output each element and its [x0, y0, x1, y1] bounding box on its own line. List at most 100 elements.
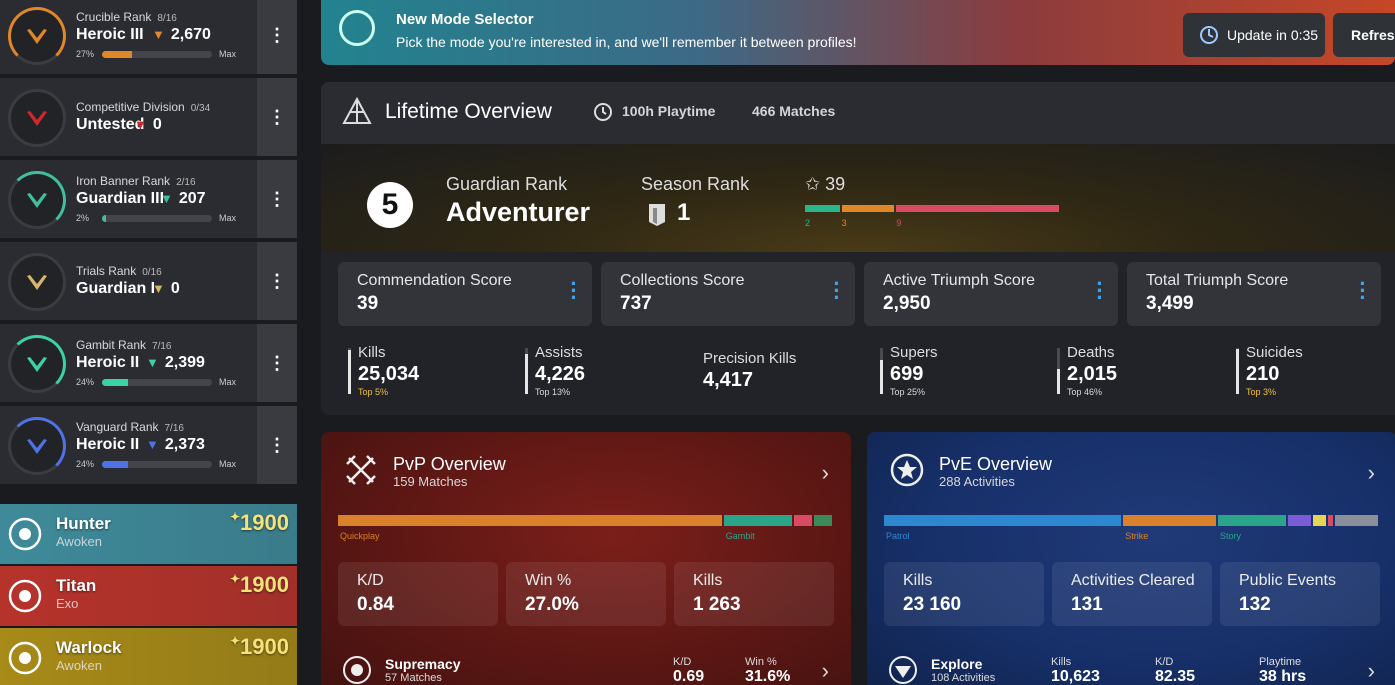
rank-item[interactable]: Trials Rank 0/16 Guardian I ▼ 0 ⋮: [0, 242, 297, 322]
card-value: 132: [1239, 594, 1271, 615]
rank-points: ▼ 2,373: [146, 436, 205, 454]
rank-name-label: Trials Rank: [76, 264, 137, 278]
pvp-stat-card: Kills 1 263: [674, 562, 834, 626]
pvp-segment-label: Quickplay: [340, 531, 380, 541]
rank-count: 7/16: [152, 341, 172, 352]
rank-item[interactable]: Iron Banner Rank 2/16 Guardian III ▼ 207 2% Ma…: [0, 160, 297, 240]
pve-segment-label: Story: [1219, 531, 1241, 541]
stat-top-percent: Top 46%: [1067, 387, 1103, 397]
lifetime-overview-panel: Lifetime Overview 100h Playtime 466 Matc…: [321, 82, 1395, 415]
rank-name-label: Crucible Rank: [76, 10, 152, 24]
score-card[interactable]: Total Triumph Score 3,499 · · ·: [1127, 262, 1381, 326]
star-icon: ✩: [805, 174, 821, 194]
pvp-sub-kd-label: K/D: [673, 656, 692, 668]
stat-label: Deaths: [1067, 344, 1115, 361]
score-card[interactable]: Commendation Score 39 · · ·: [338, 262, 592, 326]
rank-points-value: 0: [170, 280, 180, 297]
stat-bar-fill: [525, 353, 528, 394]
stars-counter: ✩ 39: [805, 174, 845, 195]
score-value: 39: [357, 293, 379, 314]
banner-title: New Mode Selector: [396, 11, 534, 28]
rank-item[interactable]: Competitive Division 0/34 Untested ▼ 0 ⋮: [0, 78, 297, 158]
guardian-rank-value: Adventurer: [446, 197, 591, 227]
character-light: ✦1900: [230, 510, 289, 536]
rank-points: ▼ 0: [152, 280, 180, 298]
pve-sub-kills-label: Kills: [1051, 656, 1072, 668]
card-value: 27.0%: [525, 594, 579, 615]
rank-item[interactable]: Crucible Rank 8/16 Heroic III ▼ 2,670 27% Max ⋮: [0, 0, 297, 76]
rank-chevron-icon: [27, 357, 47, 372]
kebab-icon: ⋮: [268, 25, 286, 45]
stat-bar: [1057, 348, 1060, 394]
stat-top-percent: Top 25%: [890, 387, 926, 397]
rank-menu-button[interactable]: ⋮: [257, 0, 297, 74]
rank-chevron-icon: [27, 29, 47, 44]
pve-title: PvE Overview: [939, 454, 1053, 474]
stat-bar: [348, 348, 351, 394]
update-timer-button[interactable]: Update in 0:35: [1183, 13, 1325, 57]
season-rank-label: Season Rank: [641, 174, 750, 194]
pve-sub-chevron-icon[interactable]: ›: [1368, 658, 1375, 684]
rank-menu-button[interactable]: ⋮: [257, 242, 297, 320]
rank-points-value: 207: [178, 190, 206, 207]
character-card-warlock[interactable]: Warlock Awoken ✦1900: [0, 628, 297, 685]
pvp-sub-count: 57 Matches: [385, 672, 442, 684]
supremacy-icon: [343, 656, 371, 684]
rank-name: Vanguard Rank 7/16: [76, 420, 184, 434]
pvp-segment: [723, 515, 792, 526]
rank-item[interactable]: Vanguard Rank 7/16 Heroic II ▼ 2,373 24% Max ⋮: [0, 406, 297, 486]
segment-label: 3: [841, 218, 847, 228]
class-emblem-icon: [0, 504, 50, 564]
score-card[interactable]: Active Triumph Score 2,950 · · ·: [864, 262, 1118, 326]
stat-value: 210: [1246, 363, 1280, 385]
rank-menu-button[interactable]: ⋮: [257, 324, 297, 402]
pve-overview-panel[interactable]: PvE Overview 288 Activities › Patrol Stri…: [867, 432, 1395, 685]
score-menu-icon[interactable]: · · ·: [570, 273, 578, 309]
stat-label: Precision Kills: [703, 350, 797, 367]
rank-points: ▼ 207: [160, 190, 206, 208]
score-menu-icon[interactable]: · · ·: [1359, 273, 1367, 309]
character-card-titan[interactable]: Titan Exo ✦1900: [0, 566, 297, 626]
score-menu-icon[interactable]: · · ·: [833, 273, 841, 309]
segment-bar: [805, 205, 840, 212]
rank-name-label: Gambit Rank: [76, 338, 147, 352]
rank-menu-button[interactable]: ⋮: [257, 78, 297, 156]
score-label: Collections Score: [620, 272, 745, 289]
pvp-segment: [793, 515, 812, 526]
lifetime-title: Lifetime Overview: [385, 100, 552, 123]
rank-menu-button[interactable]: ⋮: [257, 406, 297, 484]
pve-stat-card: Activities Cleared 131: [1052, 562, 1212, 626]
stat-value: 4,417: [703, 369, 754, 391]
score-value: 737: [620, 293, 652, 314]
segment-bar: [896, 205, 1059, 212]
rank-chevron-icon: [27, 439, 47, 454]
pve-chevron-right-icon[interactable]: ›: [1368, 460, 1375, 486]
rank-points-icon: ▼: [152, 27, 165, 42]
stat-bar: [880, 348, 883, 394]
rank-chevron-icon: [27, 111, 47, 126]
rank-progress-fill: [102, 461, 129, 468]
rank-progress-bar: [102, 51, 212, 58]
banner-subtitle: Pick the mode you're interested in, and …: [396, 34, 857, 50]
rank-max-label: Max: [219, 213, 237, 223]
rank-percent: 24%: [76, 377, 95, 387]
score-label: Total Triumph Score: [1146, 272, 1289, 289]
pve-stat-card: Public Events 132: [1220, 562, 1380, 626]
rank-points: ▼ 2,399: [146, 354, 205, 372]
card-label: Kills: [903, 572, 933, 589]
card-value: 131: [1071, 594, 1103, 615]
character-card-hunter[interactable]: Hunter Awoken ✦1900: [0, 504, 297, 564]
rank-count: 2/16: [176, 177, 196, 188]
rank-menu-button[interactable]: ⋮: [257, 160, 297, 238]
stat-bar-fill: [1236, 349, 1239, 394]
character-race: Awoken: [56, 658, 103, 673]
score-card[interactable]: Collections Score 737 · · ·: [601, 262, 855, 326]
rank-name: Crucible Rank 8/16: [76, 10, 177, 24]
pvp-chevron-right-icon[interactable]: ›: [822, 460, 829, 486]
pvp-sub-chevron-icon[interactable]: ›: [822, 658, 829, 684]
rank-progress-fill: [102, 51, 132, 58]
rank-item[interactable]: Gambit Rank 7/16 Heroic II ▼ 2,399 24% Max ⋮: [0, 324, 297, 404]
pvp-overview-panel[interactable]: PvP Overview 159 Matches › Quickplay Gamb…: [321, 432, 851, 685]
refresh-button[interactable]: Refresh: [1333, 13, 1395, 57]
score-menu-icon[interactable]: · · ·: [1096, 273, 1104, 309]
